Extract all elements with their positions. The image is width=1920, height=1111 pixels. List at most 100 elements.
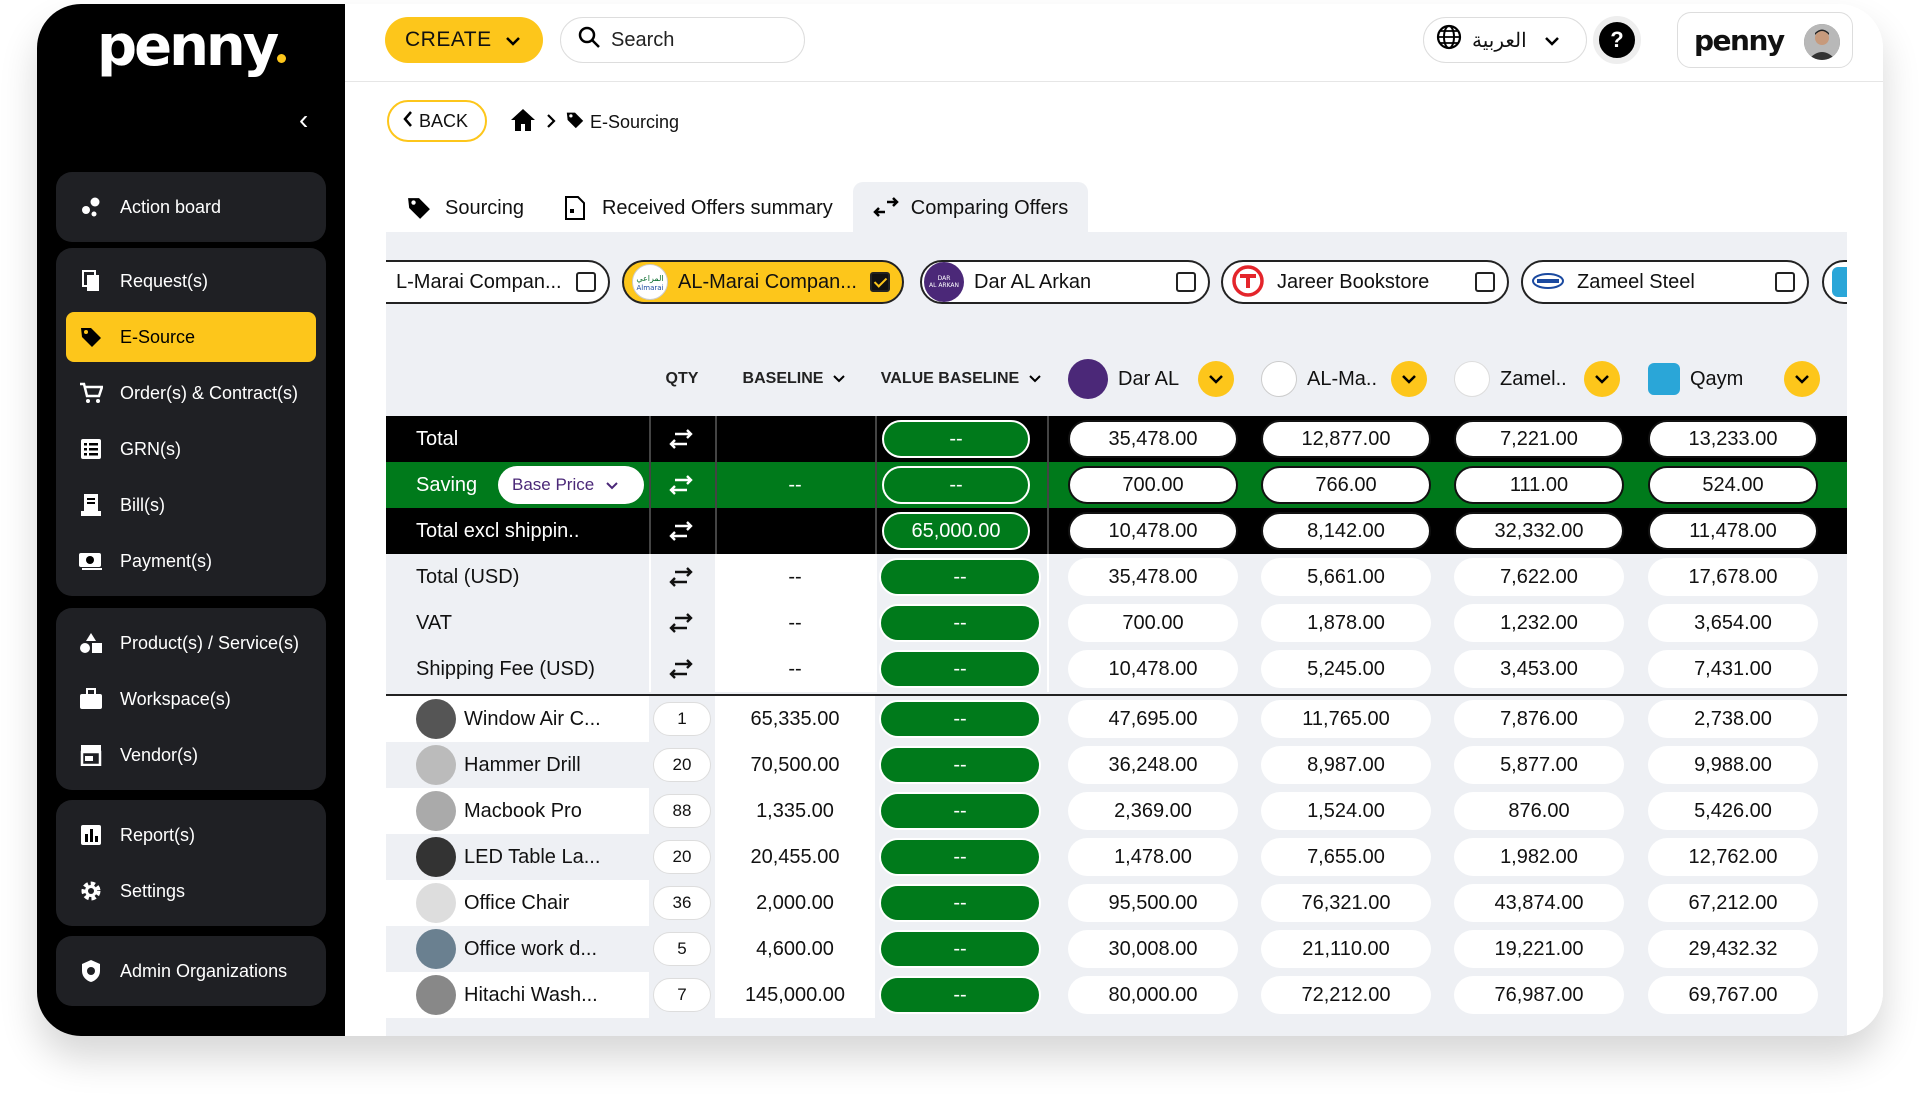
- quantity-badge[interactable]: 36: [653, 886, 711, 920]
- main-area: CREATE Search العربية ? penny BACK E-Sou…: [345, 4, 1883, 1036]
- column-header-label: VALUE BASELINE: [880, 370, 1020, 387]
- table-row[interactable]: Office Chair 36 2,000.00 -- 95,500.00 76,321.…: [386, 880, 1847, 926]
- swap-icon[interactable]: [669, 554, 693, 600]
- vendor-value: 5,245.00: [1261, 650, 1431, 688]
- user-menu[interactable]: penny: [1677, 12, 1853, 68]
- tab-label: Sourcing: [445, 196, 524, 219]
- table-row[interactable]: Macbook Pro 88 1,335.00 -- 2,369.00 1,524.00 8…: [386, 788, 1847, 834]
- back-button[interactable]: BACK: [387, 100, 487, 142]
- dar-al-arkan-logo: DAR AL ARKAN: [924, 262, 964, 302]
- column-divider: [875, 462, 877, 508]
- sidebar-item-grns[interactable]: GRN(s): [66, 424, 316, 474]
- sidebar-item-orders[interactable]: Order(s) & Contract(s): [66, 368, 316, 418]
- vendor-value: 95,500.00: [1068, 884, 1238, 922]
- sidebar-item-vendors[interactable]: Vendor(s): [66, 730, 316, 780]
- table-row[interactable]: Hammer Drill 20 70,500.00 -- 36,248.00 8,987.…: [386, 742, 1847, 788]
- vendor-value: 72,212.00: [1261, 976, 1431, 1014]
- vendor-chip[interactable]: Jareer Bookstore: [1221, 260, 1509, 304]
- value-baseline-pill: --: [882, 420, 1030, 458]
- vendor-value: 1,524.00: [1261, 792, 1431, 830]
- vendor-column-label: Zamel..: [1500, 367, 1567, 390]
- create-button[interactable]: CREATE: [385, 17, 543, 63]
- almarai-logo: المراعي Almarai: [632, 264, 668, 300]
- table-row[interactable]: LED Table La... 20 20,455.00 -- 1,478.00 7,65…: [386, 834, 1847, 880]
- tab-sourcing[interactable]: Sourcing: [387, 182, 544, 234]
- vendor-checkbox[interactable]: [1775, 272, 1795, 292]
- vendor-chip[interactable]: Zameel Steel: [1521, 260, 1809, 304]
- vendor-value: 1,878.00: [1261, 604, 1431, 642]
- chevron-down-icon: [505, 28, 520, 52]
- vendor-column-header: Zamel..: [1454, 342, 1644, 416]
- vendor-checkbox[interactable]: [1475, 272, 1495, 292]
- tab-received-offers-summary[interactable]: Received Offers summary: [544, 182, 853, 234]
- vendor-value: 7,431.00: [1648, 650, 1818, 688]
- product-cell: Office work d...: [416, 926, 597, 972]
- sidebar-item-settings[interactable]: Settings: [66, 866, 316, 916]
- column-divider: [649, 508, 651, 554]
- swap-icon[interactable]: [669, 646, 693, 692]
- sidebar-item-requests[interactable]: Request(s): [66, 256, 316, 306]
- quantity-badge[interactable]: 5: [653, 932, 711, 966]
- penny-logo[interactable]: penny: [97, 14, 287, 79]
- quantity-badge[interactable]: 1: [653, 702, 711, 736]
- chevron-down-icon[interactable]: [1198, 361, 1234, 397]
- sidebar-item-bills[interactable]: Bill(s): [66, 480, 316, 530]
- quantity-badge[interactable]: 7: [653, 978, 711, 1012]
- store-icon: [78, 742, 104, 768]
- collapse-sidebar-icon[interactable]: ‹: [299, 106, 315, 134]
- help-icon[interactable]: ?: [1593, 16, 1641, 64]
- language-selector[interactable]: العربية: [1423, 17, 1587, 63]
- sidebar-item-action-board[interactable]: Action board: [66, 182, 316, 232]
- column-header-value-baseline[interactable]: VALUE BASELINE: [875, 342, 1047, 416]
- list-icon: [78, 436, 104, 462]
- vendor-chip[interactable]: L-Marai Compan...: [386, 260, 610, 304]
- home-icon[interactable]: [510, 108, 536, 137]
- base-price-dropdown[interactable]: Base Price: [498, 466, 644, 504]
- swap-icon[interactable]: [669, 508, 693, 554]
- summary-row: Saving Base Price -- -- 700.00 766.00 111.00 52…: [386, 462, 1847, 508]
- quantity-badge[interactable]: 20: [653, 840, 711, 874]
- sidebar-item-label: Product(s) / Service(s): [120, 632, 300, 653]
- vendor-chip-label: AL-Marai Compan...: [678, 270, 857, 293]
- sidebar-item-admin-organizations[interactable]: Admin Organizations: [66, 946, 316, 996]
- column-divider: [875, 416, 877, 462]
- chevron-down-icon[interactable]: [1784, 361, 1820, 397]
- chevron-right-icon: [546, 112, 556, 133]
- vendor-checkbox-checked[interactable]: [870, 272, 890, 292]
- chevron-down-icon: [606, 475, 618, 495]
- swap-icon[interactable]: [669, 600, 693, 646]
- sidebar-item-workspaces[interactable]: Workspace(s): [66, 674, 316, 724]
- quantity-badge[interactable]: 88: [653, 794, 711, 828]
- chevron-down-icon[interactable]: [1391, 361, 1427, 397]
- nav-group-admin: Admin Organizations: [56, 936, 326, 1006]
- qaym-logo: [1832, 267, 1847, 297]
- vendor-chip-selected[interactable]: المراعي Almarai AL-Marai Compan...: [622, 260, 904, 304]
- product-name: Macbook Pro: [464, 799, 582, 822]
- search-input[interactable]: Search: [560, 17, 805, 63]
- table-row[interactable]: Office work d... 5 4,600.00 -- 30,008.00 21,1…: [386, 926, 1847, 972]
- summary-row: Total excl shippin.. 65,000.00 10,478.00 8,…: [386, 508, 1847, 554]
- sidebar-item-e-source[interactable]: E-Source: [66, 312, 316, 362]
- product-cell: Macbook Pro: [416, 788, 582, 834]
- sidebar-item-payments[interactable]: Payment(s): [66, 536, 316, 586]
- vendor-chip[interactable]: [1822, 260, 1847, 304]
- sidebar-item-products[interactable]: Product(s) / Service(s): [66, 618, 316, 668]
- swap-icon[interactable]: [669, 462, 693, 508]
- sidebar-item-label: Vendor(s): [120, 744, 199, 765]
- table-row[interactable]: Window Air C... 1 65,335.00 -- 47,695.00 11,7…: [386, 696, 1847, 742]
- vendor-checkbox[interactable]: [1176, 272, 1196, 292]
- column-header-baseline[interactable]: BASELINE: [715, 342, 873, 416]
- product-name: Office work d...: [464, 937, 598, 960]
- vendor-value: 7,622.00: [1454, 558, 1624, 596]
- vendor-value: 2,738.00: [1648, 700, 1818, 738]
- sidebar-item-reports[interactable]: Report(s): [66, 810, 316, 860]
- column-divider: [1047, 508, 1049, 554]
- swap-icon[interactable]: [669, 416, 693, 462]
- chevron-down-icon[interactable]: [1584, 361, 1620, 397]
- row-label: Saving: [416, 473, 478, 496]
- table-row[interactable]: Hitachi Wash... 7 145,000.00 -- 80,000.00 72,…: [386, 972, 1847, 1018]
- vendor-chip[interactable]: DAR AL ARKAN Dar AL Arkan: [920, 260, 1210, 304]
- tab-comparing-offers[interactable]: Comparing Offers: [852, 182, 1089, 234]
- vendor-checkbox[interactable]: [576, 272, 596, 292]
- quantity-badge[interactable]: 20: [653, 748, 711, 782]
